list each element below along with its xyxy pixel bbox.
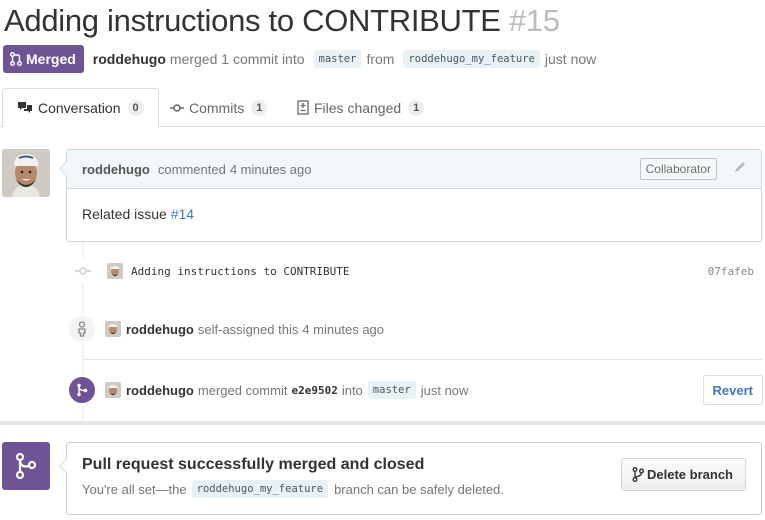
pr-title: Adding instructions to CONTRIBUTE #15	[4, 2, 560, 40]
commit-icon	[170, 103, 184, 112]
delete-branch-button[interactable]: Delete branch	[621, 458, 746, 491]
pencil-icon[interactable]	[733, 160, 747, 174]
git-merge-icon	[10, 52, 22, 66]
diff-icon	[297, 100, 309, 115]
tab-files-count: 1	[408, 99, 425, 116]
pr-author-link[interactable]: roddehugo	[93, 51, 166, 67]
pr-meta: Merged roddehugo merged 1 commit into ma…	[3, 45, 596, 73]
pr-action-text: merged 1 commit into	[169, 51, 305, 67]
tab-commits-label: Commits	[189, 99, 245, 116]
commit-dot-icon	[70, 258, 96, 284]
merge-commit-sha[interactable]: e2e9502	[291, 384, 337, 397]
tab-files-changed[interactable]: Files changed 1	[297, 88, 425, 127]
delete-branch-label: Delete branch	[647, 467, 733, 482]
tab-conversation-count: 0	[127, 100, 144, 116]
deletable-branch: roddehugo_my_feature	[191, 480, 329, 498]
state-label: Merged	[26, 51, 76, 67]
commit-author-avatar[interactable]	[107, 263, 123, 279]
comment-time[interactable]: 4 minutes ago	[230, 162, 312, 177]
merge-target-branch: master	[367, 381, 416, 399]
timeline-merge-event: roddehugo merged commit e2e9502 into mas…	[67, 375, 763, 405]
pr-time: just now	[544, 51, 597, 67]
author-avatar[interactable]	[2, 149, 50, 197]
merge-author-avatar[interactable]	[105, 382, 121, 398]
commit-message[interactable]: Adding instructions to CONTRIBUTE	[131, 265, 350, 278]
comment-body-text: Related issue	[82, 206, 167, 222]
base-branch: master	[313, 50, 362, 68]
from-text: from	[366, 51, 395, 67]
issue-link[interactable]: #14	[171, 206, 194, 222]
assign-author-avatar[interactable]	[105, 321, 121, 337]
assign-author[interactable]: roddehugo	[126, 322, 194, 337]
timeline-divider	[84, 359, 762, 360]
merge-status-desc: You're all set—the roddehugo_my_feature …	[82, 478, 504, 500]
revert-button[interactable]: Revert	[702, 375, 763, 405]
tab-commits-count: 1	[251, 99, 268, 116]
pr-tabs: Conversation 0 Commits 1 Files changed 1	[0, 88, 765, 128]
comment-box: roddehugo commented 4 minutes ago Collab…	[59, 149, 762, 242]
timeline-assign-event: roddehugo self-assigned this 4 minutes a…	[67, 314, 763, 344]
collaborator-label: Collaborator	[639, 158, 717, 180]
conversation-icon	[18, 102, 32, 113]
tab-files-label: Files changed	[314, 99, 402, 116]
merge-text: merged commit	[197, 382, 288, 398]
merge-desc-suffix: branch can be safely deleted.	[334, 481, 504, 497]
commit-sha[interactable]: 07fafeb	[708, 265, 754, 278]
merge-status-icon	[2, 442, 50, 490]
timeline-end-divider	[0, 421, 765, 425]
tab-conversation[interactable]: Conversation 0	[2, 88, 159, 128]
timeline-commit: Adding instructions to CONTRIBUTE 07fafe…	[70, 258, 760, 284]
git-merge-icon	[67, 375, 97, 405]
git-branch-icon	[632, 467, 645, 482]
git-merge-icon	[15, 452, 37, 480]
comment-body: Related issue #14	[67, 189, 761, 239]
comment-action: commented	[157, 161, 226, 177]
merged-state-badge: Merged	[3, 45, 84, 73]
merge-author[interactable]: roddehugo	[126, 383, 194, 398]
pr-title-text: Adding instructions to CONTRIBUTE	[4, 3, 501, 38]
comment-author[interactable]: roddehugo	[82, 162, 150, 177]
assign-text: self-assigned this	[197, 321, 299, 337]
tab-conversation-label: Conversation	[38, 100, 121, 116]
pr-number: #15	[508, 3, 560, 38]
assign-time[interactable]: 4 minutes ago	[302, 322, 384, 337]
merge-status-box: Pull request successfully merged and clo…	[59, 442, 762, 515]
merge-time[interactable]: just now	[421, 383, 469, 398]
person-icon	[67, 314, 97, 344]
merge-into-text: into	[341, 382, 363, 398]
merge-desc-prefix: You're all set—the	[82, 481, 187, 497]
head-branch: roddehugo_my_feature	[403, 50, 540, 68]
merge-status-title: Pull request successfully merged and clo…	[82, 456, 425, 473]
tab-commits[interactable]: Commits 1	[170, 88, 268, 127]
